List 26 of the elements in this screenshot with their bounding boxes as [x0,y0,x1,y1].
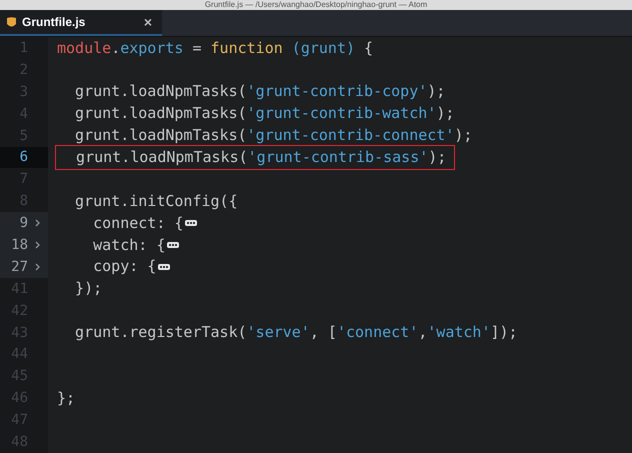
code-line: grunt.loadNpmTasks('grunt-contrib-copy'); [74,82,446,102]
close-icon[interactable]: × [144,14,152,30]
line-number: 27 [11,258,28,275]
line-number: 6 [20,149,28,166]
code-line: grunt.initConfig({ [74,192,238,211]
code-line: module.exports = function (grunt) { [57,38,374,58]
file-icon [7,16,16,28]
fold-ellipsis-icon[interactable] [158,264,170,270]
line-number: 18 [11,237,28,254]
code-line: grunt.loadNpmTasks('grunt-contrib-connect'); [74,126,472,146]
code-line: connect: { [92,214,184,233]
file-tab[interactable]: Gruntfile.js × [0,10,162,36]
chevron-icon[interactable] [35,241,40,250]
code-line: grunt.registerTask('serve', ['connect','watch']); [74,323,518,342]
code-line: watch: { [92,236,166,255]
code-line: }); [74,279,102,298]
code-line: copy: { [92,257,156,276]
code-line: grunt.loadNpmTasks('grunt-contrib-watch'); [74,104,454,124]
code-line: }; [57,388,76,408]
chevron-icon[interactable] [35,262,40,271]
code-line: grunt.loadNpmTasks('grunt-contrib-sass'); [56,146,454,169]
line-number: 9 [20,215,28,232]
fold-ellipsis-icon[interactable] [167,242,180,248]
window-title: Gruntfile.js — /Users/wanghao/Desktop/ninghao-grunt — Atom [204,0,428,10]
chevron-icon[interactable] [35,219,40,228]
fold-ellipsis-icon[interactable] [185,220,198,226]
